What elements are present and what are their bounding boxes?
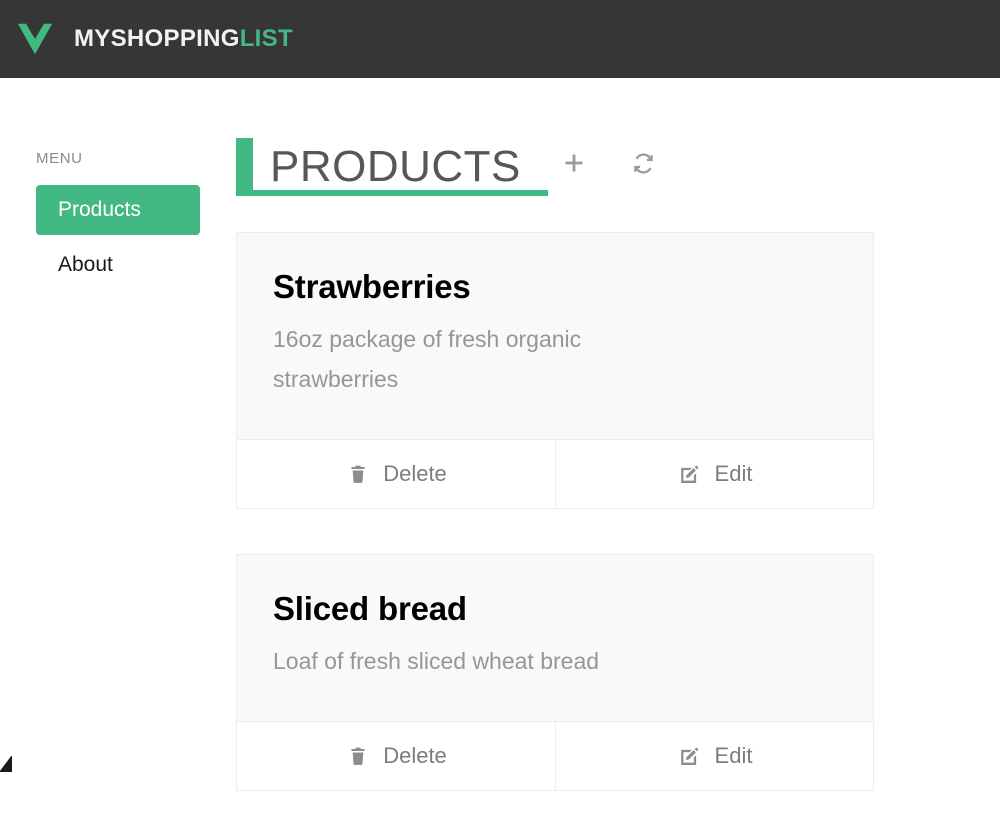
product-card-footer: Delete Edit [237, 721, 873, 790]
sidebar-menu: Products About [36, 185, 216, 290]
sidebar-item-products[interactable]: Products [36, 185, 200, 235]
edit-label: Edit [714, 743, 753, 768]
product-description: 16oz package of fresh organic strawberri… [273, 326, 582, 392]
sidebar: MENU Products About [36, 150, 216, 290]
delete-label: Delete [383, 461, 447, 486]
title-underline [236, 190, 548, 196]
edit-button[interactable]: Edit [555, 722, 873, 790]
product-name: Strawberries [273, 268, 471, 305]
add-product-button[interactable] [557, 146, 591, 180]
sidebar-item-about[interactable]: About [36, 240, 216, 290]
page-title-row: PRODUCTS [236, 138, 876, 206]
refresh-button[interactable] [627, 146, 661, 180]
product-name: Sliced bread [273, 590, 467, 627]
brand-title[interactable]: MYSHOPPINGLIST [74, 25, 293, 53]
main-content: PRODUCTS Strawberries 16oz package of fr… [236, 138, 876, 836]
edit-label: Edit [714, 461, 753, 486]
app-header: MYSHOPPINGLIST [0, 0, 1000, 78]
sidebar-heading: MENU [36, 150, 83, 167]
vue-logo-icon [16, 20, 54, 58]
title-actions [557, 146, 661, 180]
viewport-corner-artifact [0, 756, 12, 772]
page-title-wrap: PRODUCTS [236, 138, 548, 196]
delete-button[interactable]: Delete [237, 440, 555, 508]
delete-label: Delete [383, 743, 447, 768]
edit-icon [677, 743, 703, 769]
product-card-body: Strawberries 16oz package of fresh organ… [237, 233, 873, 439]
product-card: Strawberries 16oz package of fresh organ… [236, 232, 874, 509]
product-list: Strawberries 16oz package of fresh organ… [236, 232, 876, 791]
brand-title-accent: LIST [239, 25, 293, 52]
product-card: Sliced bread Loaf of fresh sliced wheat … [236, 554, 874, 791]
trash-icon [345, 743, 371, 769]
product-description: Loaf of fresh sliced wheat bread [273, 648, 600, 674]
page-title: PRODUCTS [270, 142, 521, 191]
edit-button[interactable]: Edit [555, 440, 873, 508]
page-content: MENU Products About PRODUCTS Strawberrie… [0, 78, 1000, 791]
delete-button[interactable]: Delete [237, 722, 555, 790]
trash-icon [345, 461, 371, 487]
edit-icon [677, 461, 703, 487]
title-accent-bar [236, 138, 253, 193]
product-card-body: Sliced bread Loaf of fresh sliced wheat … [237, 555, 873, 721]
product-card-footer: Delete Edit [237, 439, 873, 508]
brand-title-primary: MYSHOPPING [74, 25, 240, 52]
